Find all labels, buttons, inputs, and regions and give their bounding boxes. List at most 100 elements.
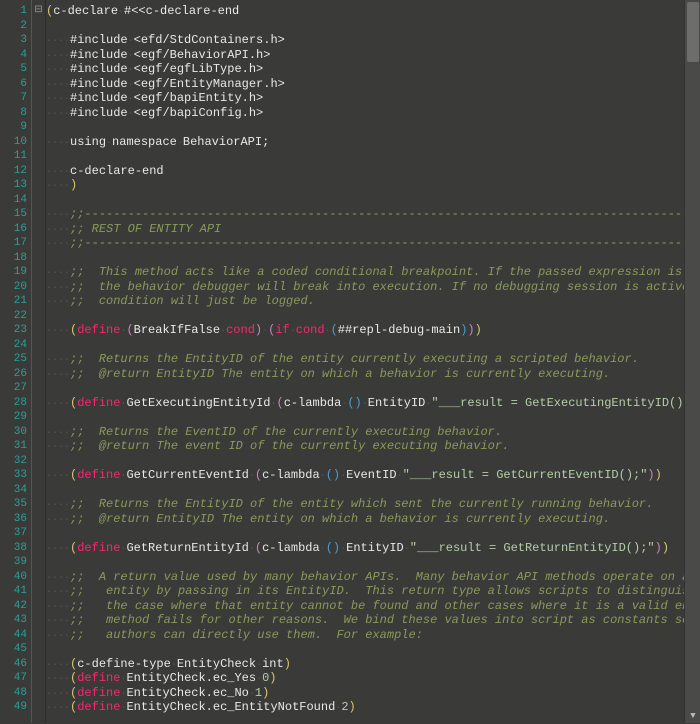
code-line[interactable]: ····(define·EntityCheck.ec_EntityNotFoun… — [46, 700, 700, 715]
token: define — [77, 700, 120, 714]
code-line[interactable]: ····(define·(BreakIfFalse·cond)·(if·cond… — [46, 323, 700, 338]
code-line[interactable]: ····(c-define-type·EntityCheck·int) — [46, 657, 700, 672]
whitespace: ···· — [46, 689, 70, 700]
line-number: 9 — [0, 120, 27, 135]
fold-marker — [32, 236, 45, 251]
line-number: 34 — [0, 483, 27, 498]
code-line[interactable]: ····#include·<efd/StdContainers.h> — [46, 33, 700, 48]
line-number: 6 — [0, 77, 27, 92]
code-line[interactable]: ····;; Returns the EntityID of the entit… — [46, 352, 700, 367]
code-line[interactable]: ····;; the behavior debugger will break … — [46, 280, 700, 295]
code-line[interactable] — [46, 642, 700, 657]
token: ) — [355, 396, 362, 410]
token: c-lambda — [262, 541, 320, 555]
token: "___result = GetExecutingEntityID();" — [431, 396, 697, 410]
code-line[interactable] — [46, 120, 700, 135]
code-line[interactable]: ····#include·<egf/BehaviorAPI.h> — [46, 48, 700, 63]
code-line[interactable]: ····;; condition will just be logged. — [46, 294, 700, 309]
line-number: 17 — [0, 236, 27, 251]
token: <egf/BehaviorAPI.h> — [134, 48, 271, 62]
code-line[interactable]: ····;; A return value used by many behav… — [46, 570, 700, 585]
code-line[interactable]: ····;; @return EntityID The entity on wh… — [46, 367, 700, 382]
code-line[interactable]: ····;; This method acts like a coded con… — [46, 265, 700, 280]
code-line[interactable] — [46, 381, 700, 396]
code-line[interactable]: ····;; entity by passing in its EntityID… — [46, 584, 700, 599]
code-editor[interactable]: 1234567891011121314151617181920212223242… — [0, 0, 700, 723]
code-line[interactable] — [46, 309, 700, 324]
code-line[interactable] — [46, 193, 700, 208]
fold-marker — [32, 106, 45, 121]
code-line[interactable]: ····;;----------------------------------… — [46, 207, 700, 222]
code-line[interactable]: ····#include·<egf/egfLibType.h> — [46, 62, 700, 77]
code-line[interactable] — [46, 410, 700, 425]
code-line[interactable]: ····#include·<egf/bapiEntity.h> — [46, 91, 700, 106]
fold-marker — [32, 526, 45, 541]
token: 2 — [341, 700, 348, 714]
line-number: 1 — [0, 4, 27, 19]
token: using — [70, 135, 106, 149]
token: #<<c-declare-end — [124, 4, 239, 18]
code-line[interactable]: ····(define·EntityCheck.ec_No·1) — [46, 686, 700, 701]
vertical-scrollbar[interactable]: ▲ ▼ — [684, 0, 700, 723]
code-line[interactable] — [46, 526, 700, 541]
code-line[interactable]: ····using·namespace·BehaviorAPI; — [46, 135, 700, 150]
code-line[interactable] — [46, 483, 700, 498]
code-line[interactable] — [46, 338, 700, 353]
line-number: 46 — [0, 657, 27, 672]
code-line[interactable]: ····c-declare-end — [46, 164, 700, 179]
whitespace: ···· — [46, 703, 70, 714]
line-number-gutter: 1234567891011121314151617181920212223242… — [0, 0, 32, 723]
code-line[interactable]: ····;;----------------------------------… — [46, 236, 700, 251]
line-number: 25 — [0, 352, 27, 367]
code-line[interactable]: ····(define·GetReturnEntityId·(c-lambda·… — [46, 541, 700, 556]
whitespace: ···· — [46, 239, 70, 250]
code-line[interactable] — [46, 454, 700, 469]
code-line[interactable]: ····#include·<egf/EntityManager.h> — [46, 77, 700, 92]
scroll-down-arrow[interactable]: ▼ — [685, 709, 700, 723]
fold-marker — [32, 19, 45, 34]
code-line[interactable]: ····;; @return EntityID The entity on wh… — [46, 512, 700, 527]
code-line[interactable]: ····;; Returns the EntityID of the entit… — [46, 497, 700, 512]
token: #include — [70, 106, 128, 120]
fold-marker — [32, 352, 45, 367]
token: 1 — [255, 686, 262, 700]
token: cond — [296, 323, 325, 337]
line-number: 14 — [0, 193, 27, 208]
fold-marker — [32, 584, 45, 599]
fold-marker[interactable]: ⊟ — [32, 4, 45, 19]
token: EntityID — [368, 396, 426, 410]
token: ;; the case where that entity cannot be … — [70, 599, 700, 613]
code-line[interactable] — [46, 251, 700, 266]
line-number: 13 — [0, 178, 27, 193]
fold-marker — [32, 512, 45, 527]
token: ( — [255, 541, 262, 555]
code-line[interactable]: ····;; @return The event ID of the curre… — [46, 439, 700, 454]
line-number: 48 — [0, 686, 27, 701]
code-line[interactable]: ····) — [46, 178, 700, 193]
code-line[interactable]: ····;; Returns the EventID of the curren… — [46, 425, 700, 440]
token: define — [77, 671, 120, 685]
code-line[interactable]: ····#include·<egf/bapiConfig.h> — [46, 106, 700, 121]
whitespace: ···· — [46, 225, 70, 236]
whitespace: ···· — [46, 515, 70, 526]
fold-marker — [32, 613, 45, 628]
token: if — [275, 323, 289, 337]
code-line[interactable] — [46, 555, 700, 570]
code-line[interactable] — [46, 149, 700, 164]
code-line[interactable]: ····;; method fails for other reasons. W… — [46, 613, 700, 628]
token: ;; the behavior debugger will break into… — [70, 280, 700, 294]
line-number: 35 — [0, 497, 27, 512]
fold-column[interactable]: ⊟ — [32, 0, 46, 723]
whitespace: ···· — [46, 65, 70, 76]
code-line[interactable]: ····;; authors can directly use them. Fo… — [46, 628, 700, 643]
code-line[interactable]: ····;; REST OF ENTITY API — [46, 222, 700, 237]
code-line[interactable]: ····;; the case where that entity cannot… — [46, 599, 700, 614]
token: ( — [126, 323, 133, 337]
scrollbar-thumb[interactable] — [687, 2, 699, 62]
code-line[interactable]: ····(define·GetCurrentEventId·(c-lambda·… — [46, 468, 700, 483]
code-line[interactable] — [46, 19, 700, 34]
code-line[interactable]: ····(define·GetExecutingEntityId·(c-lamb… — [46, 396, 700, 411]
code-line[interactable]: ····(define·EntityCheck.ec_Yes·0) — [46, 671, 700, 686]
code-area[interactable]: (c-declare·#<<c-declare-end····#include·… — [46, 0, 700, 723]
code-line[interactable]: (c-declare·#<<c-declare-end — [46, 4, 700, 19]
